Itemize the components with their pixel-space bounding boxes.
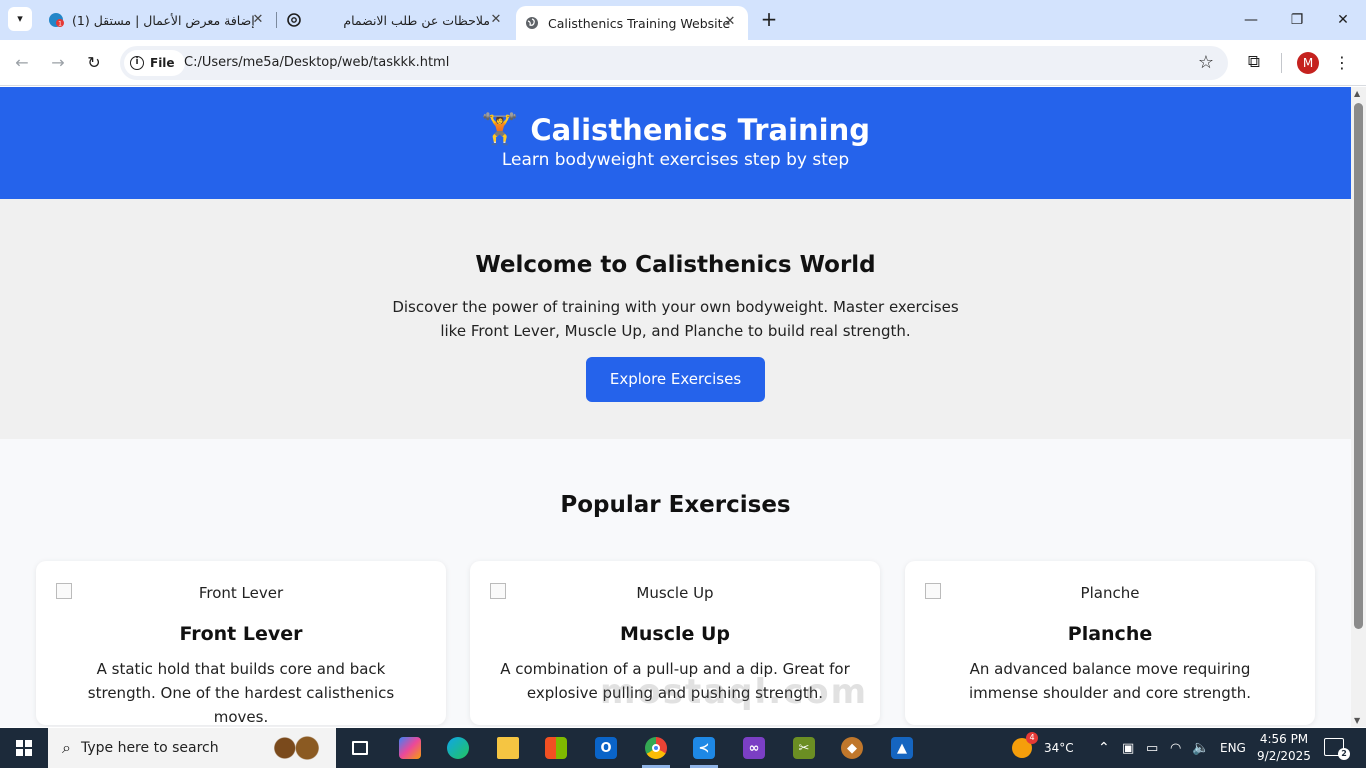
language-indicator[interactable]: ENG bbox=[1220, 728, 1246, 768]
forward-arrow-icon[interactable]: → bbox=[46, 51, 70, 75]
exercise-title: Muscle Up bbox=[619, 623, 731, 645]
site-title: Calisthenics Training bbox=[530, 113, 871, 147]
kebab-menu-icon[interactable]: ⋮ bbox=[1334, 52, 1350, 74]
weightlifter-icon: 🏋️ bbox=[480, 112, 519, 147]
tab-label: ملاحظات عن طلب الانضمام bbox=[343, 12, 490, 28]
search-highlight-image bbox=[268, 734, 324, 762]
battery-icon[interactable]: ▭ bbox=[1146, 728, 1158, 768]
wifi-icon[interactable]: ◠ bbox=[1170, 728, 1181, 768]
tab-label: (1) إضافة معرض الأعمال | مستقل bbox=[72, 12, 255, 28]
site-subtitle: Learn bodyweight exercises step by step bbox=[501, 150, 850, 170]
start-button[interactable] bbox=[0, 728, 48, 768]
profile-avatar[interactable]: M bbox=[1297, 52, 1319, 74]
image-alt-text: Muscle Up bbox=[636, 584, 714, 602]
shark-app-icon[interactable]: ▲ bbox=[878, 728, 926, 768]
exercise-description: An advanced balance move requiring immen… bbox=[969, 660, 1251, 702]
close-tab-icon[interactable]: ✕ bbox=[488, 12, 504, 28]
windows-taskbar: ⌕ Type here to search O ≺ ∞ ✂ ◆ ▲ 4 34°C… bbox=[0, 728, 1366, 768]
weather-widget[interactable]: 4 34°C bbox=[1012, 728, 1074, 768]
exercise-description: A static hold that builds core and back … bbox=[87, 660, 395, 726]
search-icon: ⌕ bbox=[62, 738, 71, 757]
mostaql-favicon-icon: 1 bbox=[48, 12, 64, 28]
tray-chevron-icon[interactable]: ⌃ bbox=[1098, 728, 1110, 768]
vscode-icon[interactable]: ≺ bbox=[680, 728, 728, 768]
svg-text:1: 1 bbox=[58, 21, 62, 28]
site-chip-label: File bbox=[150, 56, 175, 70]
back-arrow-icon[interactable]: ← bbox=[10, 51, 34, 75]
address-bar[interactable]: i File C:/Users/me5a/Desktop/web/taskkk.… bbox=[120, 46, 1228, 80]
volume-icon[interactable]: 🔈 bbox=[1192, 728, 1209, 768]
edge-icon[interactable] bbox=[434, 728, 482, 768]
reload-icon[interactable]: ↻ bbox=[82, 51, 106, 75]
weather-sun-icon: 4 bbox=[1012, 732, 1038, 758]
device-icon[interactable]: ▣ bbox=[1122, 728, 1134, 768]
exercise-card-front-lever[interactable]: Front Lever Front Lever A static hold th… bbox=[36, 561, 446, 726]
weather-temp: 34°C bbox=[1044, 741, 1074, 755]
minimize-icon[interactable]: — bbox=[1228, 0, 1274, 40]
file-explorer-icon[interactable] bbox=[484, 728, 532, 768]
url-text[interactable]: C:/Users/me5a/Desktop/web/taskkk.html bbox=[184, 55, 449, 70]
exercise-title: Planche bbox=[1067, 623, 1153, 645]
taskbar-search-box[interactable]: ⌕ Type here to search bbox=[48, 728, 336, 768]
bookmark-star-icon[interactable]: ☆ bbox=[1198, 52, 1214, 73]
tab-mostaql-portfolio[interactable]: 1 (1) إضافة معرض الأعمال | مستقل ✕ bbox=[40, 0, 276, 40]
exercise-image-broken: Front Lever bbox=[56, 581, 426, 605]
image-alt-text: Front Lever bbox=[198, 584, 284, 602]
restore-icon[interactable]: ❐ bbox=[1274, 0, 1320, 40]
hero-text: Discover the power of training with your… bbox=[392, 298, 959, 340]
globe-icon bbox=[524, 15, 540, 31]
copilot-icon[interactable] bbox=[386, 728, 434, 768]
hero-section: Welcome to Calisthenics World Discover t… bbox=[0, 199, 1351, 439]
browser-toolbar: ← → ↻ i File C:/Users/me5a/Desktop/web/t… bbox=[0, 40, 1366, 86]
page-viewport: 🏋️ Calisthenics Training Learn bodyweigh… bbox=[0, 87, 1351, 727]
exercise-image-broken: Muscle Up bbox=[490, 581, 860, 605]
notification-badge: 2 bbox=[1338, 748, 1350, 760]
explore-exercises-button[interactable]: Explore Exercises bbox=[585, 357, 766, 402]
scrollbar-thumb[interactable] bbox=[1354, 103, 1363, 629]
taskbar-search-placeholder: Type here to search bbox=[80, 740, 219, 756]
exercises-heading: Popular Exercises bbox=[560, 492, 791, 518]
tab-join-request-notes[interactable]: ملاحظات عن طلب الانضمام ✕ bbox=[278, 0, 514, 40]
close-tab-icon[interactable]: ✕ bbox=[250, 12, 266, 28]
system-clock[interactable]: 4:56 PM 9/2/2025 bbox=[1252, 731, 1316, 765]
tab-divider bbox=[276, 12, 277, 28]
site-info-chip[interactable]: i File bbox=[124, 50, 185, 76]
exercise-title: Front Lever bbox=[179, 623, 303, 645]
header-title-row: 🏋️ Calisthenics Training bbox=[0, 111, 1351, 149]
info-icon: i bbox=[130, 56, 144, 70]
watermark: mostaql.com bbox=[600, 672, 869, 712]
page-scrollbar[interactable]: ▲ ▼ bbox=[1351, 87, 1366, 727]
broken-image-icon bbox=[925, 583, 941, 599]
close-window-icon[interactable]: ✕ bbox=[1320, 0, 1366, 40]
outlook-icon[interactable]: O bbox=[582, 728, 630, 768]
snipping-tool-icon[interactable]: ✂ bbox=[780, 728, 828, 768]
tab-label: Calisthenics Training Website bbox=[548, 15, 731, 31]
windows-logo-icon bbox=[16, 740, 32, 756]
hero-heading: Welcome to Calisthenics World bbox=[475, 252, 876, 278]
tab-calisthenics-active[interactable]: Calisthenics Training Website ✕ bbox=[516, 6, 748, 40]
visual-studio-icon[interactable]: ∞ bbox=[730, 728, 778, 768]
chatgpt-favicon-icon bbox=[286, 12, 302, 28]
tab-strip: ▾ 1 (1) إضافة معرض الأعمال | مستقل ✕ ملا… bbox=[0, 0, 1366, 40]
site-header: 🏋️ Calisthenics Training Learn bodyweigh… bbox=[0, 87, 1351, 199]
close-tab-icon[interactable]: ✕ bbox=[722, 14, 738, 30]
weather-badge: 4 bbox=[1026, 732, 1038, 744]
microsoft-store-icon[interactable] bbox=[532, 728, 580, 768]
exercise-image-broken: Planche bbox=[925, 581, 1295, 605]
tab-search-button[interactable]: ▾ bbox=[8, 7, 32, 31]
image-alt-text: Planche bbox=[1080, 584, 1140, 602]
chrome-icon[interactable] bbox=[632, 728, 680, 768]
clock-time: 4:56 PM bbox=[1259, 732, 1309, 746]
extensions-puzzle-icon[interactable]: ⧉ bbox=[1243, 52, 1265, 74]
scroll-down-icon[interactable]: ▼ bbox=[1354, 716, 1360, 725]
new-tab-button[interactable]: + bbox=[758, 9, 780, 31]
exercise-card-planche[interactable]: Planche Planche An advanced balance move… bbox=[905, 561, 1315, 725]
broken-image-icon bbox=[56, 583, 72, 599]
task-view-icon[interactable] bbox=[336, 728, 384, 768]
scroll-up-icon[interactable]: ▲ bbox=[1354, 89, 1360, 98]
clock-date: 9/2/2025 bbox=[1257, 749, 1311, 763]
broken-image-icon bbox=[490, 583, 506, 599]
app-icon[interactable]: ◆ bbox=[828, 728, 876, 768]
toolbar-divider bbox=[1281, 53, 1282, 73]
